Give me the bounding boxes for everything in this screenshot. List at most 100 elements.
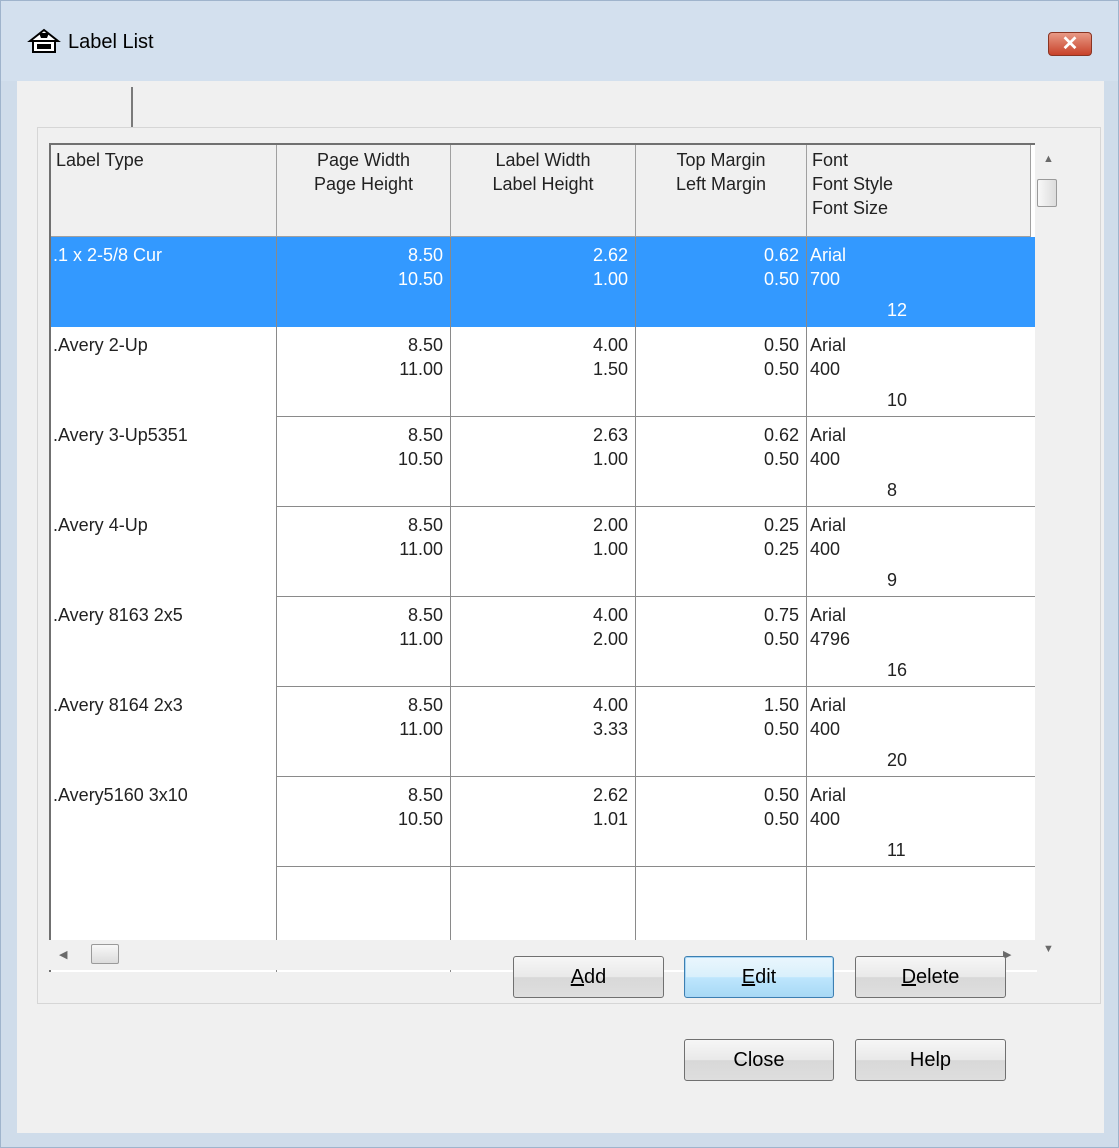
- font-cell: Arial 700 12: [807, 237, 1031, 327]
- page-height-value: 11.00: [399, 539, 443, 559]
- font-style-value: 400: [810, 809, 841, 829]
- label-type-value: .Avery 2-Up: [53, 335, 148, 355]
- table-row[interactable]: .Avery 8163 2x5 8.50 11.00 4.00 2.00 0.75 0.50…: [51, 597, 1037, 687]
- font-style-value: 400: [810, 539, 841, 559]
- header-line: Label Width: [495, 150, 591, 170]
- add-mnemonic: A: [570, 966, 585, 988]
- page-height-value: 11.00: [399, 719, 443, 739]
- column-header-margins[interactable]: Top Margin Left Margin: [636, 145, 807, 237]
- table-row[interactable]: .Avery 2-Up 8.50 11.00 4.00 1.50 0.50 0.50 Aria…: [51, 327, 1037, 417]
- margins-cell: 1.50 0.50: [636, 687, 807, 777]
- page-width-value: 8.50: [407, 335, 443, 355]
- table-row[interactable]: .Avery 4-Up 8.50 11.00 2.00 1.00 0.25 0.25 Aria…: [51, 507, 1037, 597]
- column-header-font[interactable]: Font Font Style Font Size: [807, 145, 1031, 237]
- scroll-up-icon[interactable]: ▲: [1043, 153, 1054, 165]
- add-label: dd: [584, 966, 607, 988]
- edit-mnemonic: E: [741, 966, 756, 988]
- left-margin-value: 0.25: [763, 539, 799, 559]
- page-width-value: 8.50: [407, 605, 443, 625]
- font-name-value: Arial: [810, 785, 847, 805]
- left-margin-value: 0.50: [763, 719, 799, 739]
- font-cell: Arial 400 9: [807, 507, 1031, 597]
- header-line: Top Margin: [676, 150, 766, 170]
- header-line: Page Width: [316, 150, 411, 170]
- font-size-value: 12: [887, 300, 908, 320]
- font-cell: Arial 4796 16: [807, 597, 1031, 687]
- label-width-value: 2.63: [592, 425, 628, 445]
- label-height-value: 2.00: [592, 629, 628, 649]
- label-type-cell: .Avery5160 3x10: [51, 777, 277, 867]
- page-size-cell: 8.50 11.00: [277, 327, 451, 417]
- font-name-value: Arial: [810, 425, 847, 445]
- close-button[interactable]: Close: [684, 1039, 834, 1081]
- label-width-value: 4.00: [592, 335, 628, 355]
- label-type-value: .Avery 8164 2x3: [53, 695, 183, 715]
- label-width-value: 4.00: [592, 605, 628, 625]
- label-height-value: 1.01: [592, 809, 628, 829]
- label-type-cell: .Avery 2-Up: [51, 327, 277, 417]
- table-row[interactable]: .Avery 3-Up5351 8.50 10.50 2.63 1.00 0.62 0.50…: [51, 417, 1037, 507]
- table-row[interactable]: .Avery5160 3x10 8.50 10.50 2.62 1.01 0.50 0.50…: [51, 777, 1037, 867]
- font-size-value: 20: [887, 750, 908, 770]
- edit-label: dit: [755, 966, 777, 988]
- font-style-value: 400: [810, 719, 841, 739]
- page-size-cell: 8.50 10.50: [277, 417, 451, 507]
- font-style-value: 400: [810, 449, 841, 469]
- tab-label-list[interactable]: [39, 87, 133, 129]
- column-header-page-size[interactable]: Page Width Page Height: [277, 145, 451, 237]
- label-height-value: 1.50: [592, 359, 628, 379]
- page-width-value: 8.50: [407, 695, 443, 715]
- edit-button[interactable]: Edit: [684, 956, 834, 998]
- page-size-cell: 8.50 10.50: [277, 237, 451, 327]
- label-size-cell: 4.00 1.50: [451, 327, 636, 417]
- row-divider: [277, 866, 1037, 867]
- label-size-cell: 2.00 1.00: [451, 507, 636, 597]
- scroll-down-icon[interactable]: ▼: [1043, 943, 1054, 955]
- vertical-scrollbar[interactable]: ▲ ▼: [1035, 143, 1061, 970]
- page-size-cell: 8.50 10.50: [277, 777, 451, 867]
- delete-button[interactable]: Delete: [855, 956, 1006, 998]
- window-close-button[interactable]: ✕: [1048, 32, 1092, 56]
- horizontal-scroll-thumb[interactable]: [91, 944, 119, 964]
- label-type-cell: .Avery 8164 2x3: [51, 687, 277, 777]
- left-margin-value: 0.50: [763, 269, 799, 289]
- label-type-cell: .Avery 8163 2x5: [51, 597, 277, 687]
- page-width-value: 8.50: [407, 245, 443, 265]
- label-list-icon: [27, 27, 61, 57]
- label-type-value: .Avery 8163 2x5: [53, 605, 183, 625]
- page-height-value: 10.50: [397, 809, 443, 829]
- page-height-value: 11.00: [399, 359, 443, 379]
- font-cell: Arial 400 20: [807, 687, 1031, 777]
- vertical-scroll-thumb[interactable]: [1037, 179, 1057, 207]
- column-divider: [806, 237, 807, 972]
- label-height-value: 1.00: [592, 269, 628, 289]
- delete-mnemonic: D: [901, 966, 917, 988]
- header-line: Font: [812, 150, 849, 170]
- table-row[interactable]: .Avery 8164 2x3 8.50 11.00 4.00 3.33 1.50 0.50…: [51, 687, 1037, 777]
- top-margin-value: 0.75: [763, 605, 799, 625]
- font-size-value: 9: [887, 570, 898, 590]
- scroll-left-icon[interactable]: ◀: [59, 948, 67, 961]
- page-size-cell: 8.50 11.00: [277, 597, 451, 687]
- column-header-label-type[interactable]: Label Type: [51, 145, 277, 237]
- window-title: Label List: [68, 31, 154, 53]
- font-size-value: 11: [887, 840, 906, 860]
- page-height-value: 10.50: [397, 269, 443, 289]
- label-size-cell: 2.63 1.00: [451, 417, 636, 507]
- page-width-value: 8.50: [407, 425, 443, 445]
- close-icon: ✕: [1061, 33, 1079, 55]
- top-margin-value: 0.62: [763, 245, 799, 265]
- help-button[interactable]: Help: [855, 1039, 1006, 1081]
- label-list-window: Label List ✕ Label Type Page Width Page …: [0, 0, 1119, 1148]
- font-style-value: 4796: [810, 629, 851, 649]
- header-line: Font Style: [812, 174, 894, 194]
- label-type-value: .Avery 4-Up: [53, 515, 148, 535]
- table-row[interactable]: .1 x 2-5/8 Cur 8.50 10.50 2.62 1.00 0.62 0.50 A…: [51, 237, 1037, 327]
- font-style-value: 400: [810, 359, 841, 379]
- column-divider: [635, 237, 636, 972]
- column-header-label-size[interactable]: Label Width Label Height: [451, 145, 636, 237]
- label-height-value: 1.00: [592, 449, 628, 469]
- add-button[interactable]: Add: [513, 956, 664, 998]
- label-width-value: 2.62: [592, 785, 628, 805]
- header-line: Label Type: [56, 150, 144, 170]
